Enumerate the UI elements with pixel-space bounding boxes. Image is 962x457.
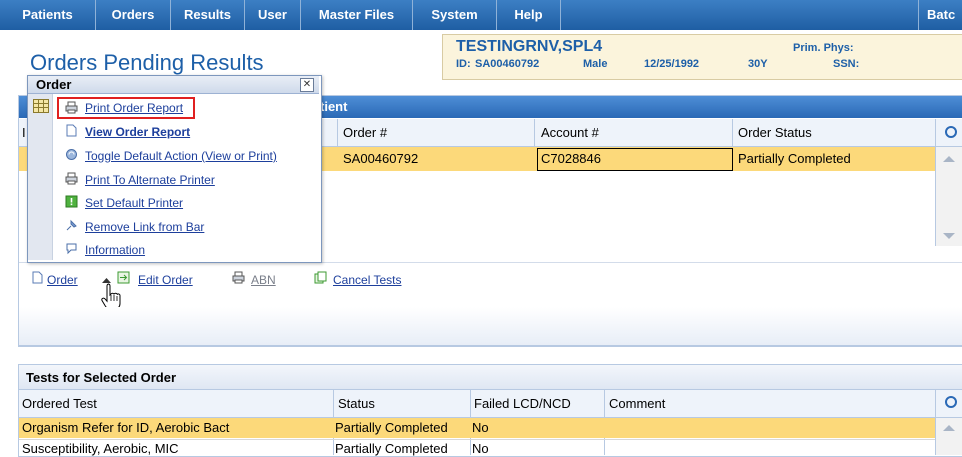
menu-item-view-order-report[interactable]: View Order Report xyxy=(85,125,190,139)
document-icon xyxy=(66,124,77,137)
top-menu-bar: Patients Orders Results User Master File… xyxy=(0,0,962,30)
default-printer-icon xyxy=(65,195,78,208)
orders-panel-title: tient xyxy=(320,99,348,114)
patient-age: 30Y xyxy=(748,58,768,70)
menu-batch[interactable]: Batc xyxy=(918,0,962,30)
info-bubble-icon xyxy=(66,243,77,255)
menu-item-toggle-default-action[interactable]: Toggle Default Action (View or Print) xyxy=(85,149,277,163)
cancel-tests-icon xyxy=(314,271,327,284)
test-failed: No xyxy=(472,420,489,435)
edit-order-link[interactable]: Edit Order xyxy=(138,273,193,287)
cancel-tests-link[interactable]: Cancel Tests xyxy=(333,273,401,287)
printer-icon xyxy=(65,172,78,185)
scroll-down-icon[interactable] xyxy=(943,233,955,239)
order-popup-title: Order xyxy=(36,77,72,92)
order-popup-titlebar xyxy=(28,76,319,94)
col-test-status[interactable]: Status xyxy=(338,396,375,411)
col-account-number[interactable]: Account # xyxy=(541,125,599,140)
tests-scrollbar[interactable] xyxy=(936,418,962,455)
menu-system[interactable]: System xyxy=(413,0,497,30)
menu-item-print-order-report[interactable]: Print Order Report xyxy=(85,101,183,115)
tests-column-chooser-icon[interactable] xyxy=(945,396,957,408)
patient-id-label: ID: xyxy=(456,58,471,70)
test-name: Susceptibility, Aerobic, MIC xyxy=(22,441,179,456)
menu-item-print-alternate-printer[interactable]: Print To Alternate Printer xyxy=(85,173,215,187)
test-status: Partially Completed xyxy=(335,441,448,456)
close-icon[interactable]: ✕ xyxy=(300,78,314,92)
col-failed-lcd[interactable]: Failed LCD/NCD xyxy=(474,396,571,411)
column-chooser-icon[interactable] xyxy=(945,126,957,138)
row-account-number: C7028846 xyxy=(541,151,601,166)
menu-item-remove-link[interactable]: Remove Link from Bar xyxy=(85,220,204,234)
patient-sex: Male xyxy=(583,58,608,70)
scroll-up-icon[interactable] xyxy=(943,156,955,162)
abn-link[interactable]: ABN xyxy=(251,273,276,287)
col-order-status[interactable]: Order Status xyxy=(738,125,812,140)
toggle-icon xyxy=(66,149,77,160)
pin-icon xyxy=(66,219,77,231)
col-comment[interactable]: Comment xyxy=(609,396,665,411)
test-status: Partially Completed xyxy=(335,420,448,435)
menu-item-set-default-printer[interactable]: Set Default Printer xyxy=(85,196,183,210)
page-title: Orders Pending Results xyxy=(30,50,264,75)
menu-master-files[interactable]: Master Files xyxy=(301,0,413,30)
prim-phys-label: Prim. Phys: xyxy=(793,42,854,54)
grid-icon[interactable] xyxy=(33,99,49,113)
tests-scroll-up-icon[interactable] xyxy=(943,425,955,431)
order-link[interactable]: Order xyxy=(47,273,78,287)
row-order-number: SA00460792 xyxy=(343,151,419,166)
patient-id: SA00460792 xyxy=(475,58,540,70)
test-name: Organism Refer for ID, Aerobic Bact xyxy=(22,420,230,435)
spacer-band xyxy=(19,307,962,346)
row-order-status: Partially Completed xyxy=(738,151,851,166)
patient-name: TESTINGRNV,SPL4 xyxy=(456,38,603,55)
col-ordered-test[interactable]: Ordered Test xyxy=(22,396,97,411)
ssn-label: SSN: xyxy=(833,58,860,70)
menu-patients[interactable]: Patients xyxy=(0,0,96,30)
document-icon xyxy=(32,271,43,284)
menu-user[interactable]: User xyxy=(245,0,301,30)
menu-orders[interactable]: Orders xyxy=(96,0,171,30)
tests-panel-title: Tests for Selected Order xyxy=(26,370,177,385)
col-order-number[interactable]: Order # xyxy=(343,125,387,140)
patient-dob: 12/25/1992 xyxy=(644,58,700,70)
printer-icon xyxy=(65,101,78,114)
popup-icon-strip xyxy=(28,94,53,260)
menu-help[interactable]: Help xyxy=(497,0,561,30)
menu-item-information[interactable]: Information xyxy=(85,243,145,257)
orders-col-partial: I xyxy=(22,125,26,140)
test-failed: No xyxy=(472,441,489,456)
menu-results[interactable]: Results xyxy=(171,0,245,30)
printer-icon xyxy=(232,271,245,284)
